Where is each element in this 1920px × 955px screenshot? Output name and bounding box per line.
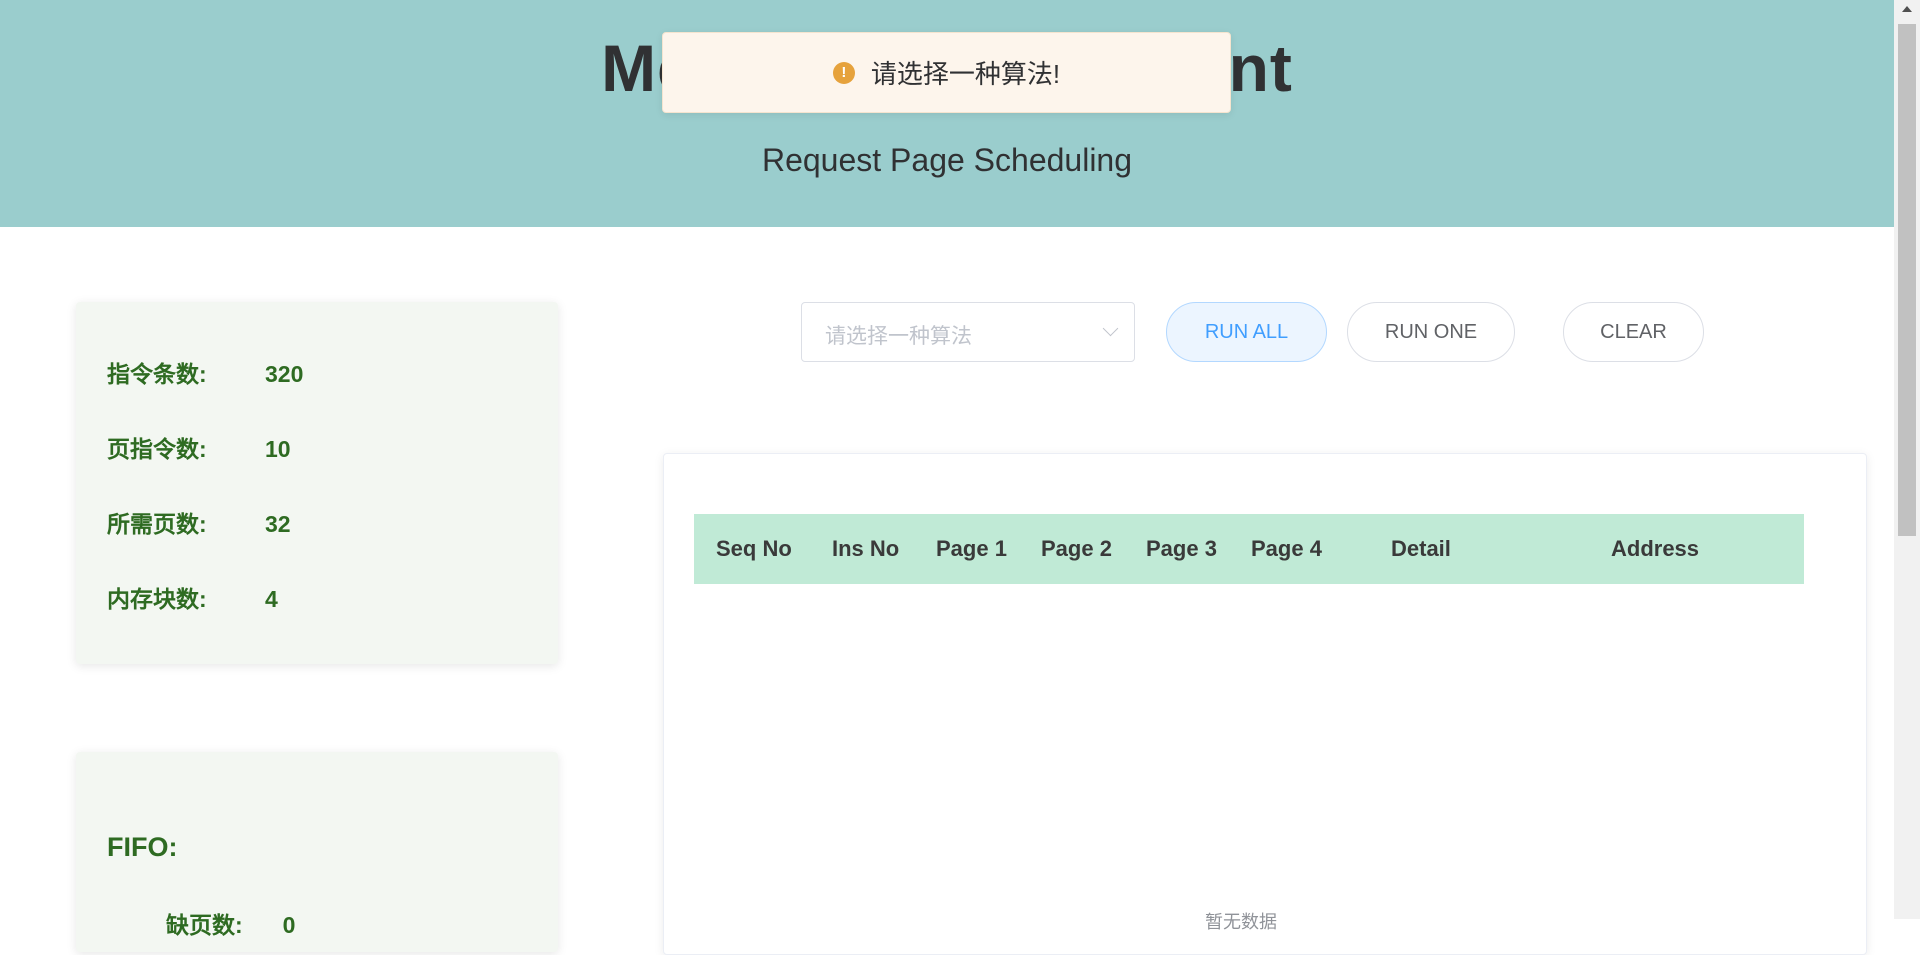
info-value: 10 <box>265 436 291 462</box>
table-header: Seq No Ins No Page 1 Page 2 Page 3 Page … <box>694 514 1804 584</box>
column-header-page-1: Page 1 <box>936 536 1007 561</box>
info-label: 所需页数: <box>107 511 207 537</box>
info-label: 页指令数: <box>107 436 207 462</box>
info-row-instructions: 指令条数: 320 <box>107 355 303 389</box>
info-value: 320 <box>265 361 304 387</box>
select-placeholder: 请选择一种算法 <box>825 325 972 348</box>
clear-button[interactable]: CLEAR <box>1563 302 1704 362</box>
scrollbar-thumb[interactable] <box>1898 24 1916 536</box>
scroll-up-icon[interactable] <box>1902 6 1912 12</box>
info-label: 指令条数: <box>107 361 207 387</box>
column-header-detail: Detail <box>1391 536 1451 561</box>
info-label: 内存块数: <box>107 586 207 612</box>
fifo-card: FIFO: 缺页数: 0 <box>76 752 558 952</box>
info-card: 指令条数: 320 页指令数: 10 所需页数: 32 内存块数: 4 <box>76 302 558 664</box>
info-row-memory-blocks: 内存块数: 4 <box>107 580 278 614</box>
column-header-seq-no: Seq No <box>716 536 792 561</box>
fifo-title: FIFO: <box>107 832 178 862</box>
warning-icon: ! <box>832 61 855 84</box>
chevron-down-icon <box>1102 320 1119 337</box>
fifo-label: 缺页数: <box>166 912 243 938</box>
algorithm-select[interactable]: 请选择一种算法 <box>801 302 1135 362</box>
table-empty-text: 暂无数据 <box>1205 912 1277 932</box>
info-value: 4 <box>265 586 278 612</box>
column-header-page-3: Page 3 <box>1146 536 1217 561</box>
toast-message: 请选择一种算法! <box>870 59 1061 89</box>
info-row-pages-needed: 所需页数: 32 <box>107 505 291 539</box>
info-row-page-instructions: 页指令数: 10 <box>107 430 291 464</box>
page-subtitle: Request Page Scheduling <box>761 142 1133 178</box>
run-all-button[interactable]: RUN ALL <box>1166 302 1327 362</box>
info-value: 32 <box>265 511 291 537</box>
fifo-page-faults: 缺页数: 0 <box>166 906 295 940</box>
column-header-address: Address <box>1611 536 1700 561</box>
run-one-button[interactable]: RUN ONE <box>1347 302 1515 362</box>
page-scrollbar[interactable] <box>1894 0 1920 919</box>
column-header-page-4: Page 4 <box>1251 536 1322 561</box>
column-header-ins-no: Ins No <box>832 536 900 561</box>
warning-toast: ! 请选择一种算法! <box>662 32 1231 113</box>
fifo-value: 0 <box>282 912 296 938</box>
column-header-page-2: Page 2 <box>1041 536 1112 561</box>
